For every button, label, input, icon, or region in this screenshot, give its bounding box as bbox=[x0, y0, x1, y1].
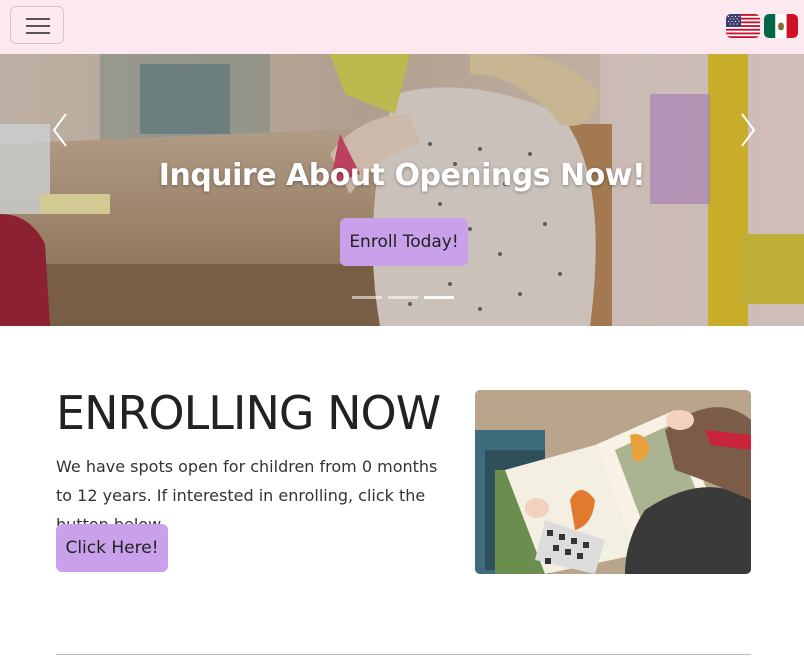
carousel-indicators bbox=[352, 296, 456, 302]
mexico-flag-icon[interactable] bbox=[764, 14, 798, 38]
hamburger-menu-icon-line bbox=[26, 25, 50, 27]
menu-toggle-button[interactable] bbox=[10, 6, 64, 44]
top-navbar bbox=[0, 0, 804, 54]
us-flag-icon[interactable] bbox=[726, 14, 760, 38]
hero-heading: Inquire About Openings Now! bbox=[158, 158, 646, 193]
enrolling-now-heading: ENROLLING NOW bbox=[56, 386, 441, 440]
chevron-left-icon[interactable] bbox=[46, 112, 76, 148]
enroll-today-button[interactable]: Enroll Today! bbox=[340, 218, 468, 266]
section-divider bbox=[56, 654, 751, 655]
chevron-right-icon[interactable] bbox=[732, 112, 762, 148]
child-reading-image bbox=[475, 390, 751, 574]
carousel-indicator-3[interactable] bbox=[424, 296, 454, 299]
hamburger-menu-icon-line bbox=[26, 32, 50, 34]
page: Inquire About Openings Now! Enroll Today… bbox=[0, 0, 804, 663]
carousel-indicator-2[interactable] bbox=[388, 296, 418, 299]
click-here-button[interactable]: Click Here! bbox=[56, 524, 168, 572]
hero-carousel: Inquire About Openings Now! Enroll Today… bbox=[0, 54, 804, 326]
hamburger-menu-icon bbox=[26, 18, 50, 20]
carousel-indicator-1[interactable] bbox=[352, 296, 382, 299]
